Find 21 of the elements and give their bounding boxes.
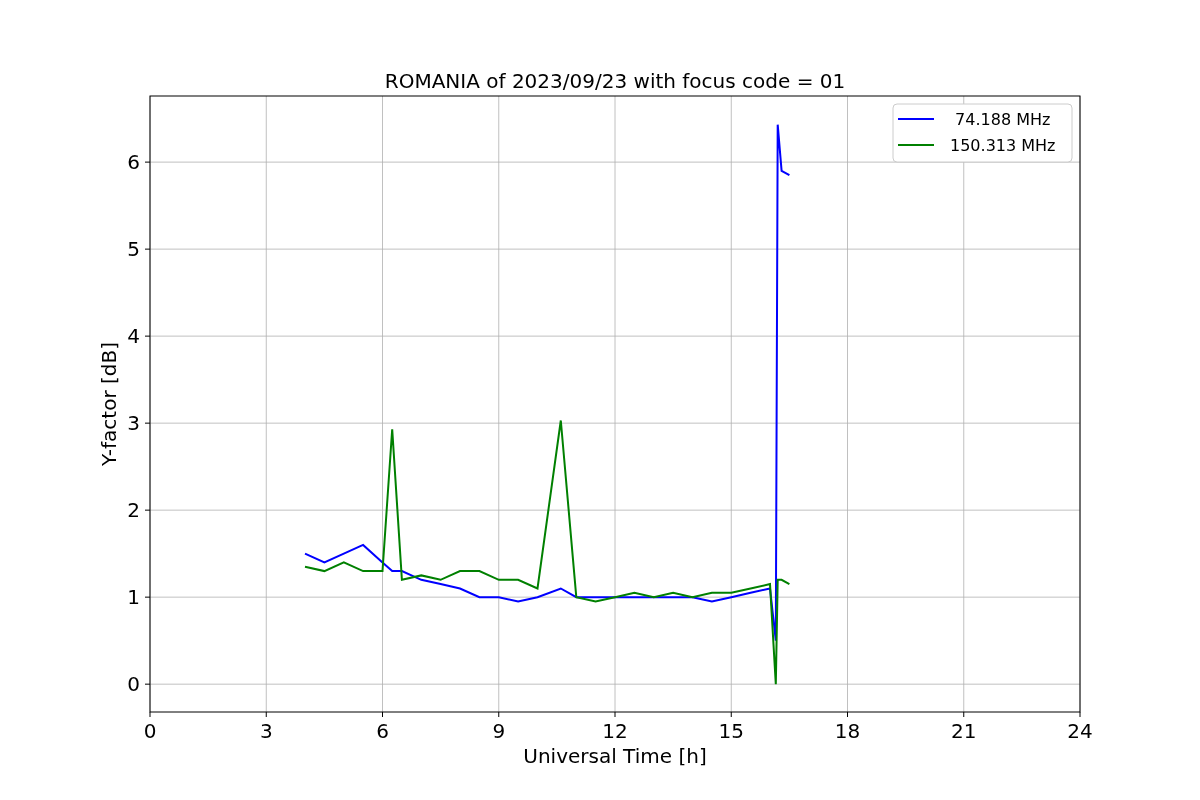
x-tick-label: 3 (259, 719, 273, 743)
y-tick-label: 5 (127, 237, 140, 262)
x-axis-label: Universal Time [h] (523, 744, 707, 768)
chart-title: ROMANIA of 2023/09/23 with focus code = 01 (384, 69, 846, 93)
y-axis-label: Y-factor [dB] (97, 342, 121, 466)
legend-label: 74.188 MHz (955, 110, 1051, 129)
y-tick-label: 3 (127, 411, 140, 436)
x-tick-label: 21 (951, 719, 977, 743)
legend-label: 150.313 MHz (950, 136, 1056, 155)
x-tick-label: 9 (492, 719, 506, 743)
y-tick-label: 0 (127, 672, 140, 697)
x-tick-label: 0 (143, 719, 157, 743)
x-tick-label: 12 (602, 719, 628, 743)
y-tick-label: 4 (127, 324, 140, 349)
y-tick-label: 6 (127, 150, 140, 175)
x-tick-label: 15 (718, 719, 744, 743)
x-tick-label: 24 (1067, 719, 1093, 743)
y-tick-label: 2 (127, 498, 140, 523)
y-tick-label: 1 (127, 585, 140, 610)
x-tick-label: 6 (376, 719, 389, 743)
x-tick-label: 18 (834, 719, 861, 743)
